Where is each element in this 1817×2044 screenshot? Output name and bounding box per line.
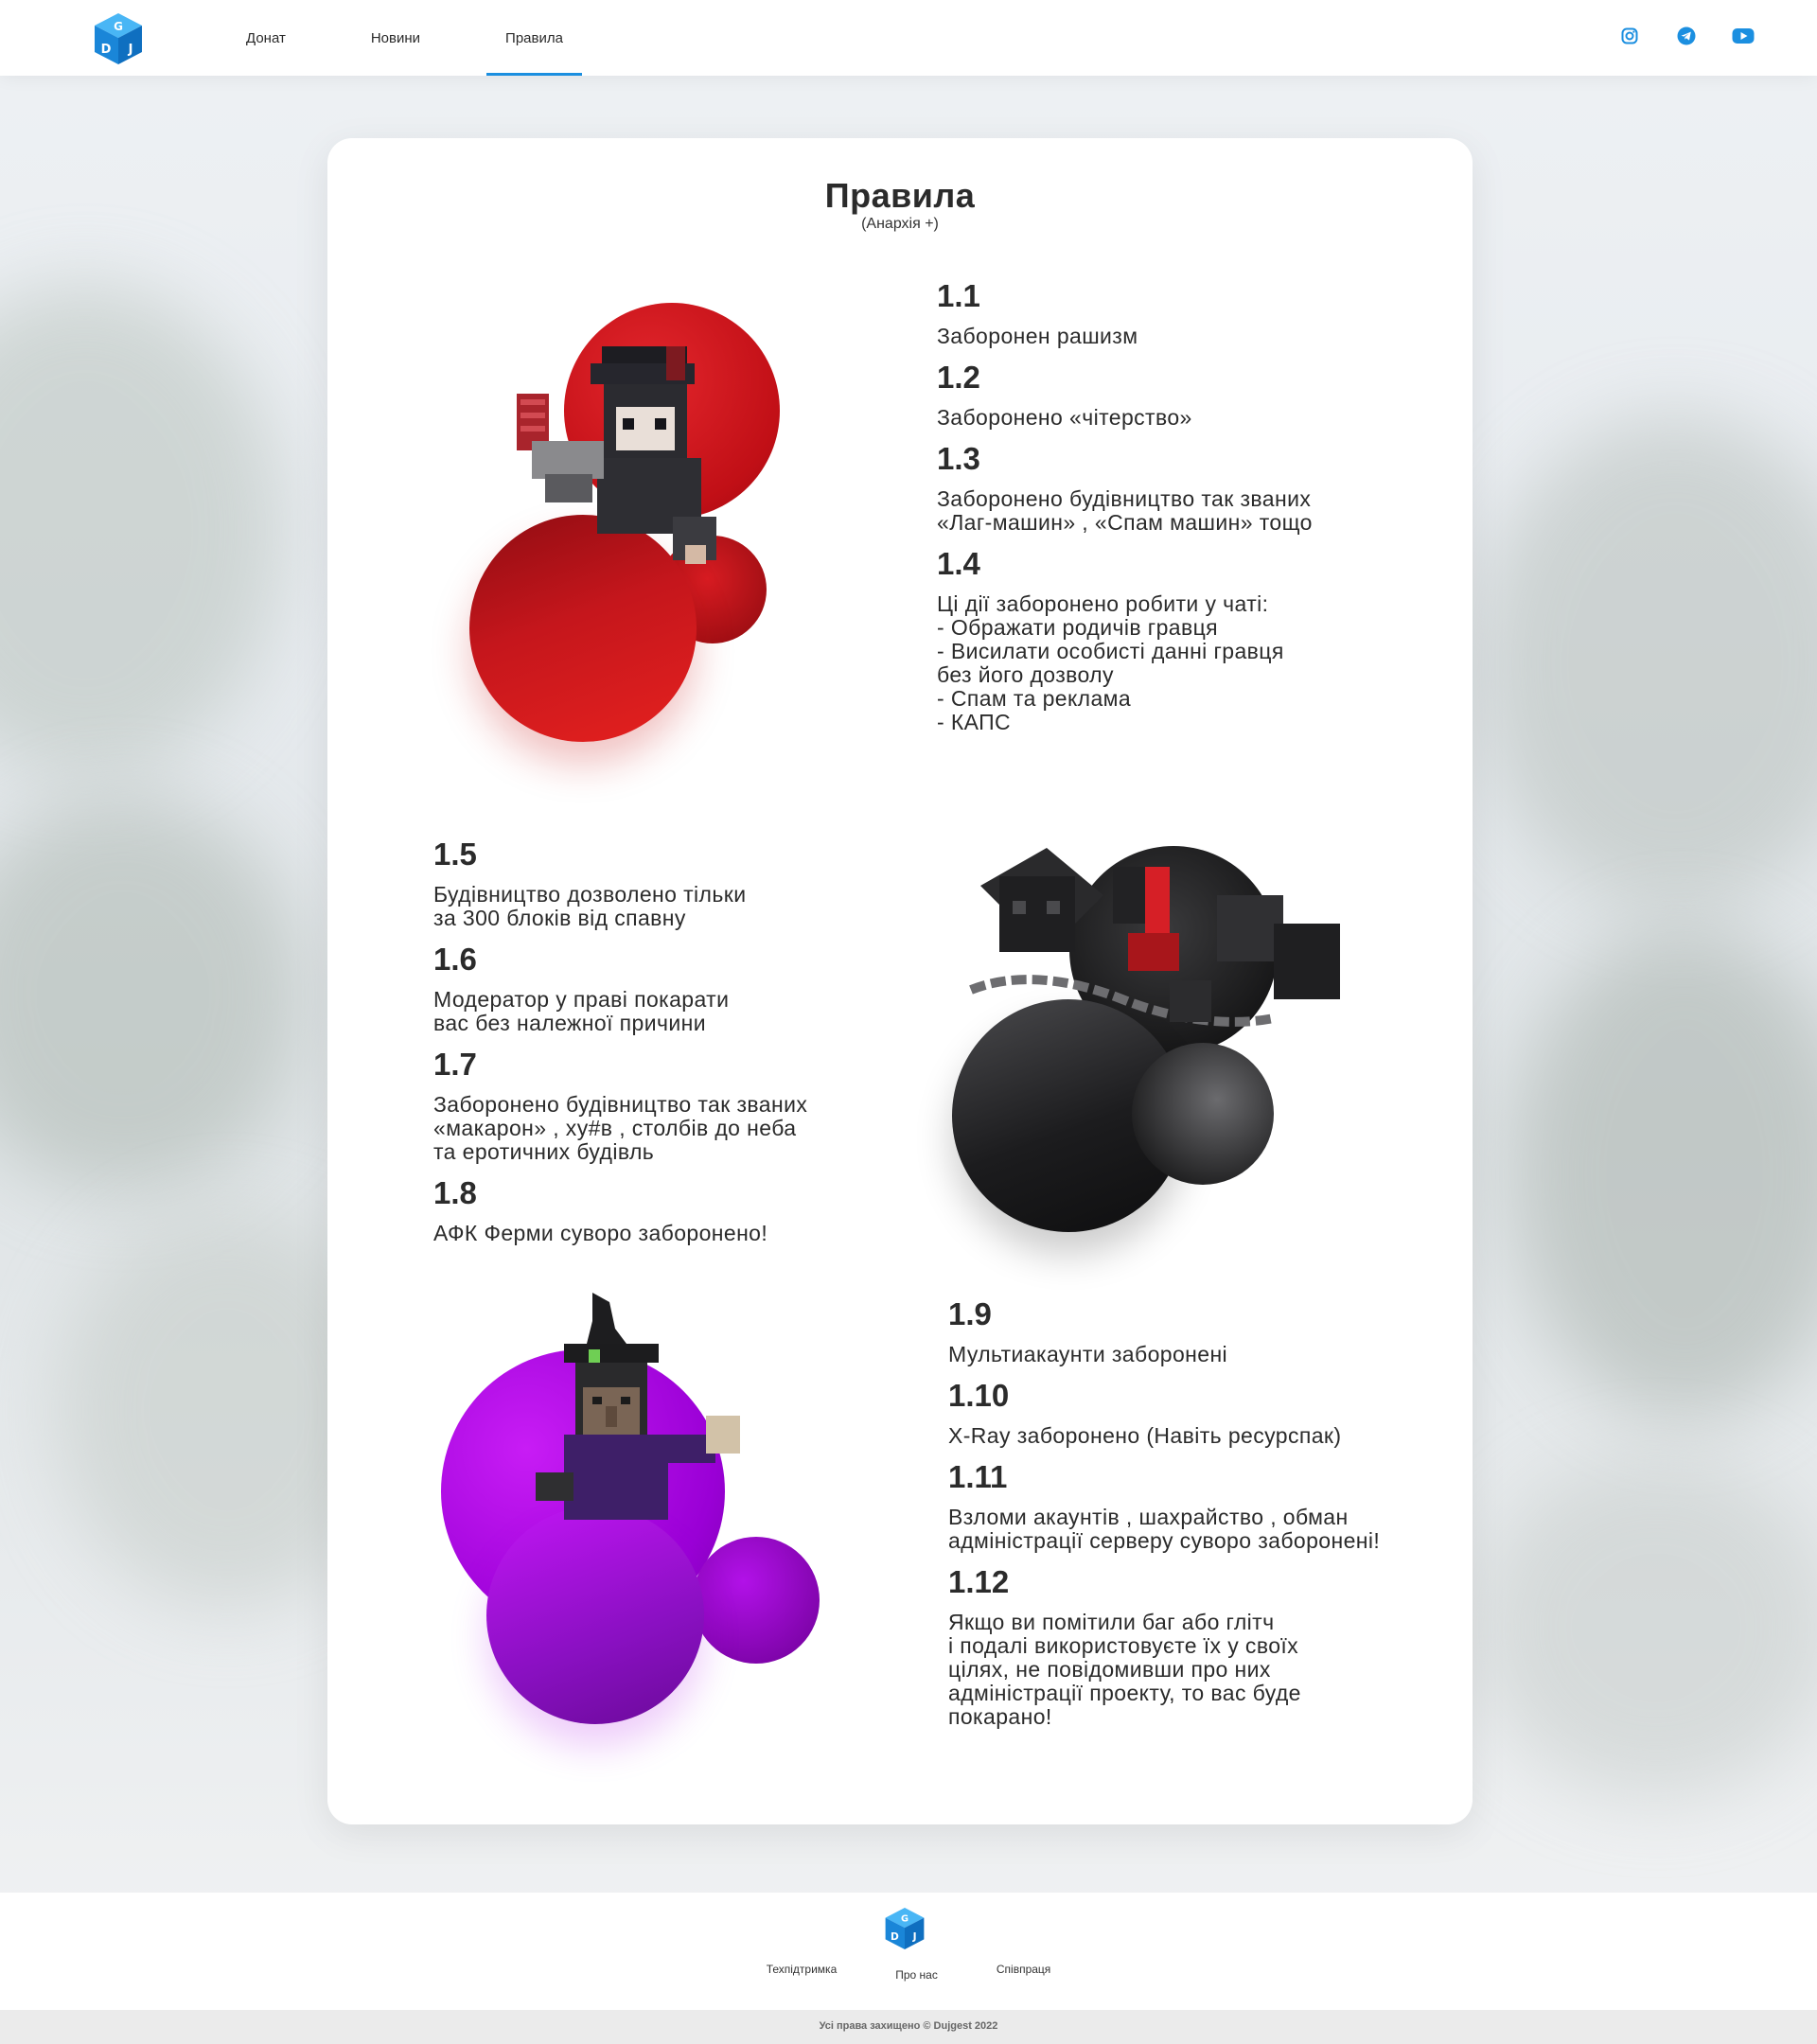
footer: G D J Техпідтримка Про нас Співпраця: [0, 1893, 1817, 2010]
rule-item: 1.3 Заборонено будівництво так званих «Л…: [937, 443, 1429, 535]
page-title: Правила: [824, 176, 976, 215]
rule-text: Заборонено будівництво так званих «Лаг-м…: [937, 486, 1313, 535]
rule-number: 1.4: [937, 546, 980, 581]
svg-text:J: J: [128, 43, 133, 57]
rule-number: 1.9: [948, 1296, 992, 1331]
rule-text: Будівництво дозволено тільки за 300 блок…: [433, 882, 747, 930]
rule-item: 1.4 Ці дії заборонено робити у чаті: - О…: [937, 548, 1429, 734]
youtube-icon[interactable]: [1732, 25, 1755, 47]
rule-text: Заборонено «чітерство»: [937, 405, 1192, 430]
nav-item-rules[interactable]: Правила: [486, 0, 582, 76]
main-nav: Донат Новини Правила: [227, 0, 629, 76]
rule-number: 1.7: [433, 1047, 477, 1082]
rule-item: 1.1 Заборонен рашизм: [937, 280, 1429, 348]
rules-card: Правила (Анархія +) 1.1 Заборонен рашизм…: [327, 138, 1473, 1824]
rule-item: 1.12 Якщо ви помітили баг або глітч і по…: [948, 1566, 1459, 1729]
rules-group-1: 1.1 Заборонен рашизм 1.2 Заборонено «чіт…: [937, 280, 1429, 748]
rule-text: Заборонено будівництво так званих «макар…: [433, 1092, 808, 1164]
rule-text: Взломи акаунтів , шахрайство , обман адм…: [948, 1505, 1381, 1553]
nav-item-donate[interactable]: Донат: [227, 0, 305, 76]
page-subtitle: (Анархія +): [861, 216, 939, 232]
rule-text: Заборонен рашизм: [937, 324, 1138, 348]
rules-group-3: 1.9 Мультиакаунти заборонені 1.10 X-Ray …: [948, 1298, 1459, 1742]
rule-number: 1.6: [433, 942, 477, 977]
rule-item: 1.7 Заборонено будівництво так званих «м…: [433, 1048, 926, 1164]
rule-number: 1.8: [433, 1175, 477, 1210]
red-character-illustration: [450, 299, 810, 742]
svg-text:G: G: [901, 1914, 908, 1925]
svg-text:G: G: [114, 20, 123, 33]
rule-item: 1.9 Мультиакаунти заборонені: [948, 1298, 1459, 1366]
nav-item-news[interactable]: Новини: [352, 0, 439, 76]
footer-links: Техпідтримка Про нас Співпраця: [0, 1963, 1817, 1982]
footer-link-cooperation[interactable]: Співпраця: [997, 1963, 1050, 1982]
rule-number: 1.10: [948, 1378, 1010, 1413]
rule-item: 1.2 Заборонено «чітерство»: [937, 361, 1429, 430]
copyright-text: Усі права захищено © Dujgest 2022: [0, 2010, 1817, 2044]
rule-text: Якщо ви помітили баг або глітч і подалі …: [948, 1610, 1301, 1729]
footer-link-about[interactable]: Про нас: [895, 1968, 938, 1982]
rule-item: 1.11 Взломи акаунтів , шахрайство , обма…: [948, 1461, 1459, 1553]
rule-item: 1.5 Будівництво дозволено тільки за 300 …: [433, 838, 926, 930]
rule-number: 1.1: [937, 278, 980, 313]
dujgest-logo[interactable]: G D J: [93, 11, 144, 66]
top-navbar: G D J Донат Новини Правила: [0, 0, 1817, 76]
svg-text:D: D: [891, 1931, 899, 1943]
rule-number: 1.11: [948, 1459, 1008, 1494]
rule-text: Ці дії заборонено робити у чаті: - Ображ…: [937, 591, 1284, 734]
social-links: [1618, 25, 1755, 47]
dark-chains-illustration: [933, 838, 1387, 1236]
rule-number: 1.3: [937, 441, 980, 476]
rules-group-2: 1.5 Будівництво дозволено тільки за 300 …: [433, 838, 926, 1259]
svg-text:D: D: [101, 43, 112, 57]
instagram-icon[interactable]: [1618, 25, 1641, 47]
footer-logo[interactable]: G D J: [884, 1906, 926, 1951]
svg-text:J: J: [912, 1931, 917, 1943]
purple-witch-illustration: [441, 1293, 838, 1747]
telegram-icon[interactable]: [1675, 25, 1698, 47]
rule-number: 1.5: [433, 837, 477, 872]
rule-item: 1.10 X-Ray заборонено (Навіть ресурспак): [948, 1380, 1459, 1448]
rule-text: Мультиакаунти заборонені: [948, 1342, 1228, 1366]
rule-text: АФК Ферми суворо заборонено!: [433, 1221, 768, 1245]
footer-link-support[interactable]: Техпідтримка: [767, 1963, 838, 1982]
rule-number: 1.2: [937, 360, 980, 395]
rule-item: 1.8 АФК Ферми суворо заборонено!: [433, 1177, 926, 1245]
rule-text: Модератор у праві покарати вас без належ…: [433, 987, 730, 1035]
rule-item: 1.6 Модератор у праві покарати вас без н…: [433, 943, 926, 1035]
rule-text: X-Ray заборонено (Навіть ресурспак): [948, 1423, 1342, 1448]
rule-number: 1.12: [948, 1564, 1010, 1599]
